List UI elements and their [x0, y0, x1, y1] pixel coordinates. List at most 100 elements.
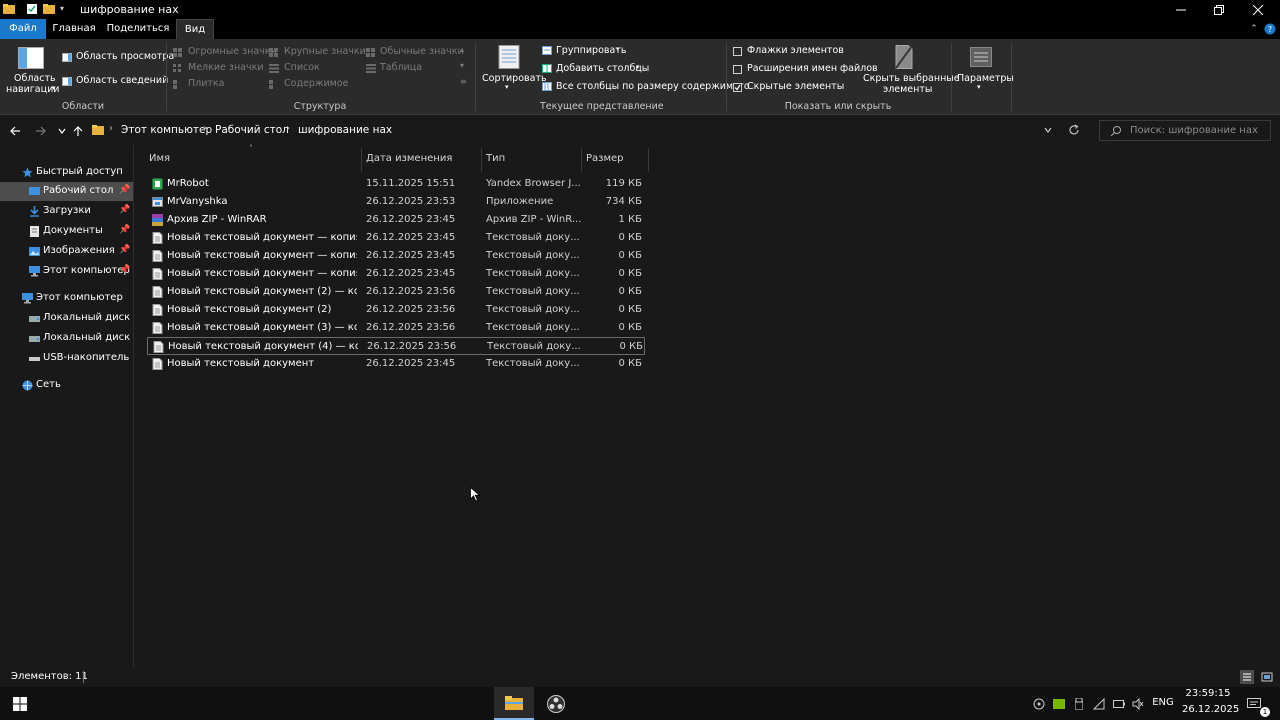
taskbar-obs[interactable]: [536, 687, 576, 720]
file-row[interactable]: Новый текстовый документ (3) — коп... 26.…: [147, 319, 645, 337]
layout-medium[interactable]: Обычные значки: [380, 46, 464, 57]
column-header-name[interactable]: Имя: [149, 153, 170, 164]
customize-toolbar-icon[interactable]: ▾: [60, 4, 72, 16]
file-row[interactable]: Новый текстовый документ — копия ... 26.1…: [147, 247, 645, 265]
details-pane-icon[interactable]: [62, 77, 72, 86]
nvidia-icon[interactable]: [1052, 697, 1066, 711]
address-history-icon[interactable]: [1043, 125, 1053, 135]
breadcrumb-item[interactable]: Этот компьютер: [121, 124, 212, 136]
layout-list[interactable]: Список: [284, 62, 320, 73]
scroll-down-icon[interactable]: ▾: [460, 61, 464, 70]
options-icon[interactable]: [970, 47, 992, 67]
tab-file[interactable]: Файл: [0, 19, 46, 39]
nav-network[interactable]: Сеть: [0, 376, 133, 395]
nav-quick-access[interactable]: Быстрый доступ: [0, 163, 133, 182]
chevron-down-icon[interactable]: ▾: [52, 84, 56, 92]
file-row[interactable]: Новый текстовый документ (2) 26.12.2025 2…: [147, 301, 645, 319]
breadcrumb-separator-icon[interactable]: ›: [286, 123, 290, 134]
navigation-pane-icon[interactable]: [18, 47, 44, 69]
clock-time[interactable]: 23:59:15: [1184, 688, 1232, 699]
close-button[interactable]: [1239, 0, 1277, 19]
small-icons-icon[interactable]: [173, 64, 183, 73]
layout-large[interactable]: Крупные значки: [284, 46, 366, 57]
start-button[interactable]: [0, 687, 40, 720]
hidden-items-label[interactable]: Скрытые элементы: [747, 81, 844, 92]
layout-tiles[interactable]: Плитка: [188, 78, 224, 89]
restore-button[interactable]: [1200, 0, 1238, 19]
layout-extra-large[interactable]: Огромные значки: [188, 46, 277, 57]
list-icon[interactable]: [269, 64, 279, 73]
nav-pictures[interactable]: Изображения 📌: [0, 242, 133, 261]
clock-date[interactable]: 26.12.2025: [1182, 704, 1239, 715]
pin-icon[interactable]: 📌: [119, 205, 130, 215]
breadcrumb-separator-icon[interactable]: ›: [109, 123, 113, 134]
address-bar[interactable]: › Этот компьютер › Рабочий стол › шифров…: [89, 120, 1088, 141]
large-icons-view-icon[interactable]: [1260, 670, 1274, 684]
file-row[interactable]: Новый текстовый документ (4) — коп... 26.…: [147, 337, 645, 355]
new-folder-icon[interactable]: [43, 3, 55, 15]
layout-details[interactable]: Таблица: [380, 62, 422, 73]
nav-documents[interactable]: Документы 📌: [0, 222, 133, 241]
tab-share[interactable]: Поделиться: [106, 19, 170, 39]
nav-this-pc[interactable]: Этот компьютер: [0, 289, 133, 308]
scroll-up-icon[interactable]: ▴: [460, 45, 464, 54]
tab-home[interactable]: Главная: [52, 19, 96, 39]
minimize-button[interactable]: [1162, 0, 1200, 19]
layout-content[interactable]: Содержимое: [284, 78, 348, 89]
file-extensions-checkbox[interactable]: [733, 65, 742, 74]
nav-desktop[interactable]: Рабочий стол 📌: [0, 182, 133, 201]
tray-app-icon[interactable]: [1032, 697, 1046, 711]
item-checkboxes-checkbox[interactable]: [733, 47, 742, 56]
layout-small[interactable]: Мелкие значки: [188, 62, 264, 73]
file-row[interactable]: MrRobot 15.11.2025 15:51 Yandex Browser J.…: [147, 175, 645, 193]
column-divider[interactable]: [361, 148, 362, 172]
properties-icon[interactable]: [26, 3, 38, 15]
add-columns-icon[interactable]: [542, 64, 552, 73]
file-row[interactable]: Новый текстовый документ (2) — коп... 26.…: [147, 283, 645, 301]
details-view-icon[interactable]: [1240, 670, 1254, 684]
pin-icon[interactable]: 📌: [119, 185, 130, 195]
column-header-type[interactable]: Тип: [486, 153, 505, 164]
nav-this-pc-quick[interactable]: Этот компьютер 📌: [0, 262, 133, 281]
pin-icon[interactable]: 📌: [119, 225, 130, 235]
search-input[interactable]: Поиск: шифрование нах: [1099, 120, 1271, 141]
details-pane-button[interactable]: Область сведений: [76, 75, 168, 86]
collapse-ribbon-icon[interactable]: ⌃: [1246, 19, 1262, 39]
wifi-icon[interactable]: [1092, 697, 1106, 711]
hide-selected-label-2[interactable]: элементы: [883, 84, 932, 95]
chevron-down-icon[interactable]: ▾: [977, 83, 981, 91]
preview-pane-icon[interactable]: [62, 53, 72, 62]
hide-selected-label-1[interactable]: Скрыть выбранные: [863, 73, 960, 84]
size-all-columns-button[interactable]: Все столбцы по размеру содержимого: [556, 81, 750, 92]
input-language[interactable]: ENG: [1151, 697, 1175, 708]
battery-icon[interactable]: [1112, 697, 1126, 711]
nav-drive-d[interactable]: Локальный диск (D: [0, 329, 133, 348]
tiles-icon[interactable]: [173, 80, 183, 89]
nav-downloads[interactable]: Загрузки 📌: [0, 202, 133, 221]
sort-button[interactable]: Сортировать: [482, 73, 547, 84]
chevron-down-icon[interactable]: ▾: [505, 83, 509, 91]
tab-view[interactable]: Вид: [176, 19, 214, 39]
breadcrumb-separator-icon[interactable]: ›: [203, 123, 207, 134]
group-by-icon[interactable]: [542, 46, 552, 55]
forward-arrow-icon[interactable]: [33, 123, 49, 139]
extra-large-icons-icon[interactable]: [173, 48, 183, 57]
breadcrumb-item[interactable]: Рабочий стол: [215, 124, 289, 136]
file-row[interactable]: Новый текстовый документ 26.12.2025 23:45…: [147, 355, 645, 373]
file-row[interactable]: Новый текстовый документ — копия 26.12.20…: [147, 265, 645, 283]
preview-pane-button[interactable]: Область просмотра: [76, 51, 174, 62]
expand-gallery-icon[interactable]: ≡: [460, 77, 467, 86]
refresh-icon[interactable]: [1068, 124, 1080, 136]
content-icon[interactable]: [269, 80, 279, 89]
pin-icon[interactable]: 📌: [119, 265, 130, 275]
file-row[interactable]: Новый текстовый документ — копия ... 26.1…: [147, 229, 645, 247]
volume-muted-icon[interactable]: [1131, 697, 1145, 711]
breadcrumb-item[interactable]: шифрование нах: [298, 124, 392, 136]
options-button[interactable]: Параметры: [957, 73, 1014, 84]
file-extensions-label[interactable]: Расширения имен файлов: [747, 63, 878, 74]
navigation-pane-label-1[interactable]: Область: [14, 73, 56, 84]
file-row[interactable]: Архив ZIP - WinRAR 26.12.2025 23:45 Архив …: [147, 211, 645, 229]
column-header-size[interactable]: Размер: [586, 153, 624, 164]
item-checkboxes-label[interactable]: Флажки элементов: [747, 45, 844, 56]
back-arrow-icon[interactable]: [7, 123, 23, 139]
